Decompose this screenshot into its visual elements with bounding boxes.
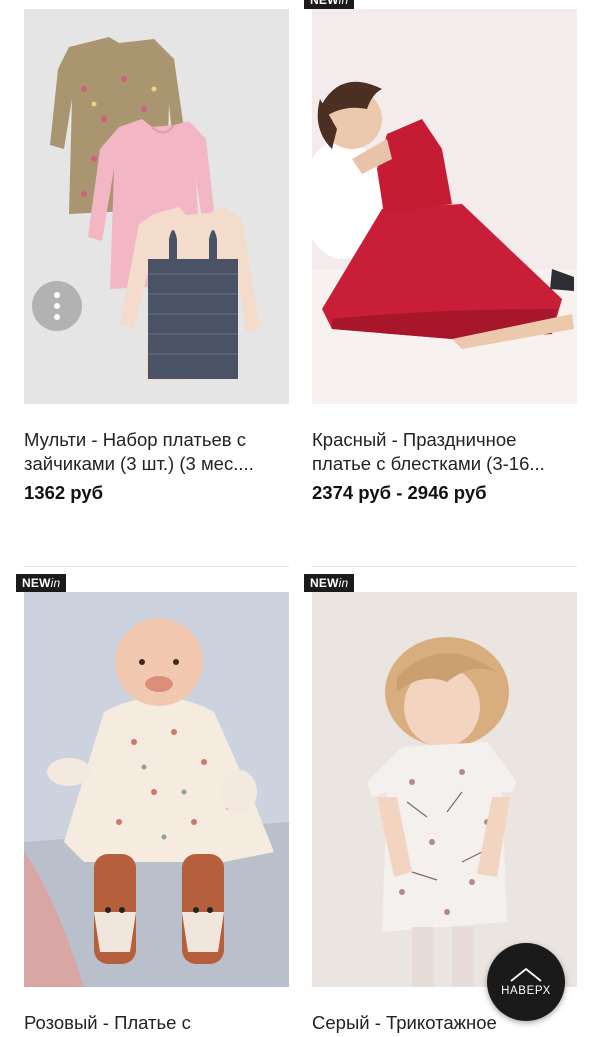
- back-to-top-label: НАВЕРХ: [501, 985, 551, 997]
- row-divider: [312, 566, 577, 567]
- product-image[interactable]: [24, 9, 289, 404]
- product-price: 2374 руб - 2946 руб: [312, 482, 487, 503]
- product-title[interactable]: Красный - Праздничное платье с блестками…: [312, 428, 577, 476]
- product-image[interactable]: [24, 592, 289, 987]
- more-options-button[interactable]: [32, 281, 82, 331]
- product-price: 1362 руб: [24, 482, 104, 503]
- new-badge: NEWin: [16, 574, 67, 592]
- product-card[interactable]: NEWin Красный - Праздничное платье с бле…: [304, 0, 577, 504]
- product-image[interactable]: [312, 592, 577, 987]
- product-card[interactable]: NEWin: [16, 574, 289, 1035]
- row-divider: [24, 566, 289, 567]
- back-to-top-button[interactable]: НАВЕРХ: [487, 943, 565, 1021]
- product-card[interactable]: Мульти - Набор платьев с зайчиками (3 шт…: [24, 9, 289, 504]
- new-badge: NEWin: [304, 574, 355, 592]
- chevron-up-icon: [510, 967, 542, 982]
- more-vertical-icon: [54, 292, 60, 298]
- product-title[interactable]: Розовый - Платье с: [24, 1011, 289, 1035]
- new-badge: NEWin: [304, 0, 355, 9]
- product-image[interactable]: [312, 9, 577, 404]
- product-title[interactable]: Мульти - Набор платьев с зайчиками (3 шт…: [24, 428, 289, 476]
